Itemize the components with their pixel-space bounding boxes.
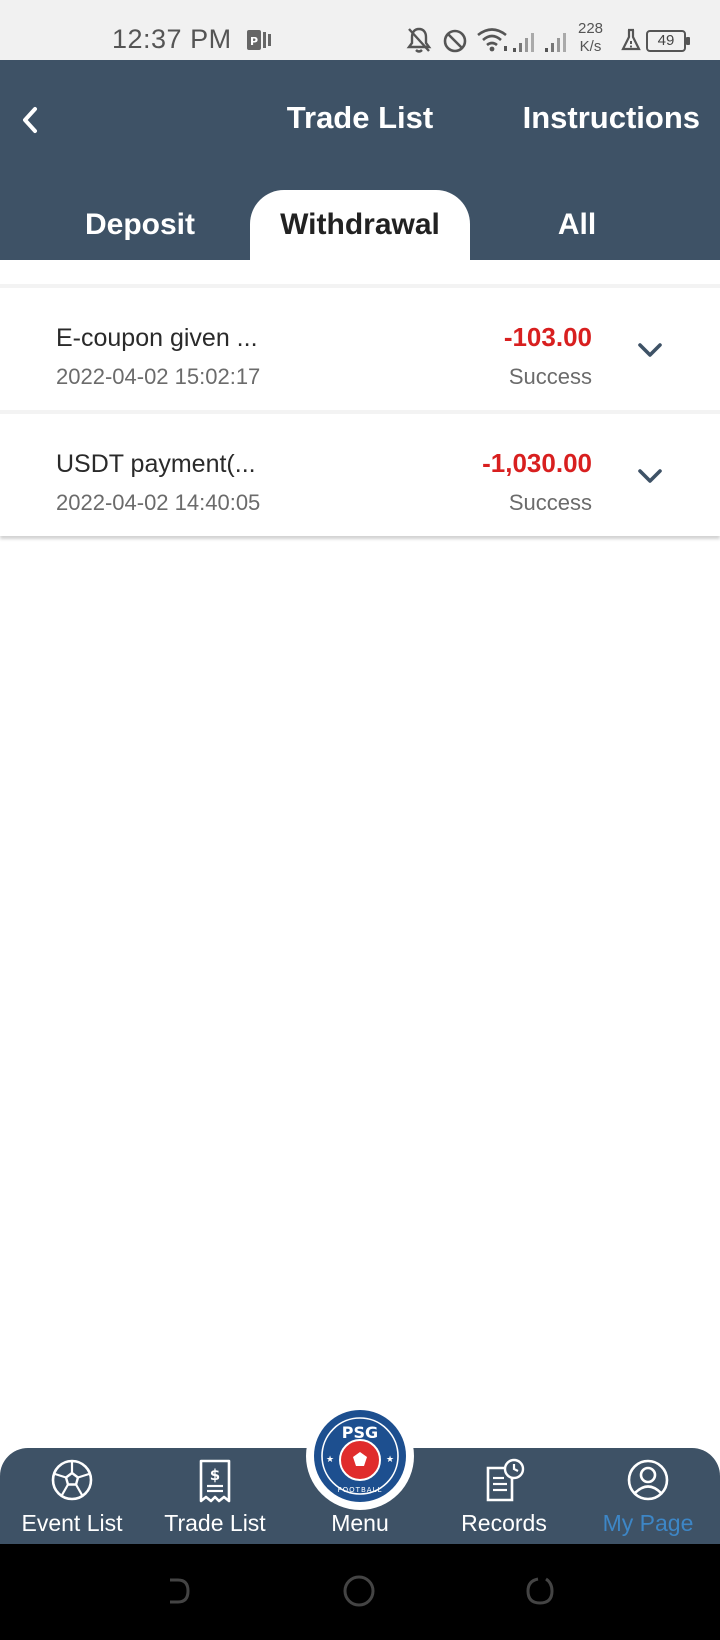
nav-trade-list[interactable]: $ Trade List — [145, 1448, 285, 1544]
battery-icon: 49 — [646, 30, 690, 52]
menu-logo-badge: PSG FOOTBALL ★ ★ — [306, 1402, 414, 1510]
chevron-down-icon[interactable] — [636, 336, 664, 364]
speed-unit: K/s — [579, 38, 602, 55]
svg-text:P: P — [250, 35, 258, 48]
wifi-icon — [477, 28, 507, 52]
signal-icon — [545, 33, 566, 52]
nav-label: Event List — [21, 1510, 123, 1536]
nav-label: Trade List — [164, 1510, 266, 1536]
transaction-amount: -1,030.00 — [482, 448, 592, 478]
instructions-button[interactable]: Instructions — [523, 100, 700, 136]
nav-my-page[interactable]: My Page — [578, 1448, 718, 1544]
status-time: 12:37 PM — [112, 24, 232, 54]
trade-type-tabs: Deposit Withdrawal All — [0, 190, 720, 260]
records-icon — [486, 1458, 525, 1502]
do-not-disturb-icon — [443, 29, 467, 53]
transaction-date: 2022-04-02 15:02:17 — [56, 364, 261, 389]
transaction-amount: -103.00 — [503, 322, 592, 352]
flask-icon — [621, 28, 641, 51]
transaction-list: E-coupon given ... 2022-04-02 15:02:17 -… — [0, 284, 720, 536]
transaction-row[interactable]: USDT payment(... 2022-04-02 14:40:05 -1,… — [0, 410, 720, 536]
svg-text:★: ★ — [386, 1455, 394, 1465]
psg-logo: PSG FOOTBALL ★ ★ — [314, 1410, 406, 1502]
back-gesture-icon[interactable] — [164, 1574, 194, 1608]
transaction-date: 2022-04-02 14:40:05 — [56, 490, 261, 515]
signal-icon — [513, 33, 534, 52]
app-header: Trade List Instructions Deposit Withdraw… — [0, 60, 720, 260]
nav-menu[interactable]: PSG FOOTBALL ★ ★ Menu — [303, 1402, 417, 1544]
mute-icon — [406, 27, 432, 53]
transaction-title: USDT payment(... — [56, 450, 256, 478]
nav-label: Menu — [331, 1510, 389, 1536]
recents-icon[interactable] — [524, 1574, 556, 1608]
logo-text: PSG — [342, 1423, 378, 1442]
transaction-status: Success — [508, 490, 592, 515]
transaction-status: Success — [508, 364, 592, 389]
nav-label: Records — [461, 1510, 547, 1536]
system-navigation-bar — [0, 1544, 720, 1640]
back-button[interactable] — [12, 100, 48, 140]
soccer-ball-icon — [51, 1459, 93, 1501]
notification-app-icon: P — [247, 30, 271, 50]
logo-subtext: FOOTBALL — [338, 1486, 383, 1494]
svg-text:$: $ — [210, 1466, 220, 1484]
nav-event-list[interactable]: Event List — [2, 1448, 142, 1544]
nav-records[interactable]: Records — [434, 1448, 574, 1544]
transaction-title: E-coupon given ... — [56, 324, 258, 352]
tab-deposit[interactable]: Deposit — [30, 190, 250, 260]
receipt-icon: $ — [199, 1459, 231, 1503]
chevron-down-icon[interactable] — [636, 462, 664, 490]
chevron-left-icon — [23, 107, 37, 133]
transaction-row[interactable]: E-coupon given ... 2022-04-02 15:02:17 -… — [0, 284, 720, 410]
tab-all[interactable]: All — [467, 190, 687, 260]
svg-text:★: ★ — [326, 1455, 334, 1465]
nav-label: My Page — [602, 1510, 694, 1536]
tab-withdrawal[interactable]: Withdrawal — [250, 190, 470, 260]
status-bar: 12:37 PM P 228 K/s 49 — [0, 0, 720, 60]
network-speed: 228 K/s — [578, 20, 603, 56]
home-icon[interactable] — [342, 1574, 376, 1608]
user-icon — [627, 1459, 669, 1501]
speed-value: 228 — [578, 20, 604, 37]
